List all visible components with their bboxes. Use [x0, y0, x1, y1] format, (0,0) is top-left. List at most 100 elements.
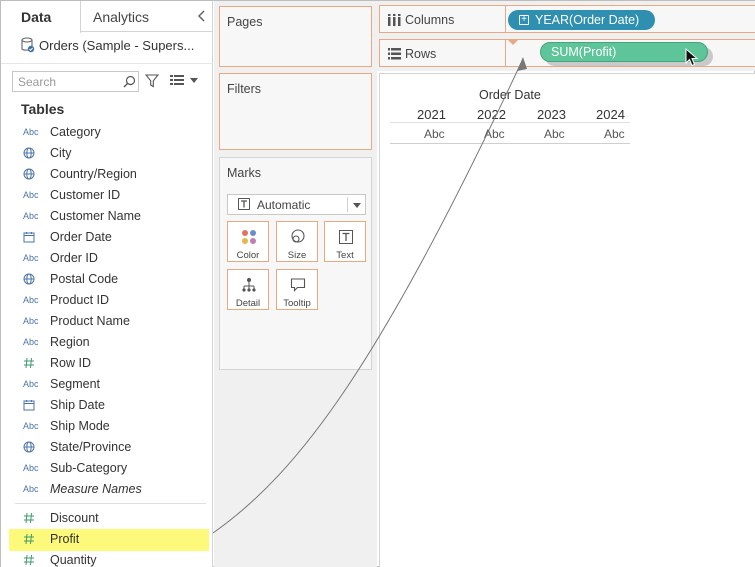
tables-heading: Tables [21, 101, 65, 117]
year-header[interactable]: 2022 [477, 107, 506, 122]
collapse-pane-icon[interactable] [196, 9, 208, 23]
field-order-id[interactable]: Abc Order ID [1, 248, 213, 269]
field-label: Row ID [50, 356, 91, 370]
mark-type-label: Automatic [257, 198, 311, 212]
chevron-down-icon [353, 203, 361, 208]
year-order-date-pill[interactable]: + YEAR(Order Date) [508, 10, 655, 30]
field-label: Product ID [50, 293, 110, 307]
table-cell[interactable]: Abc [484, 127, 505, 141]
size-label: Size [287, 250, 307, 261]
field-label: Quantity [50, 553, 97, 567]
datasource-name: Orders (Sample - Supers... [39, 38, 195, 53]
table-cell[interactable]: Abc [544, 127, 565, 141]
divider [15, 503, 206, 504]
calendar-icon [23, 399, 45, 412]
field-label: Profit [50, 532, 80, 546]
columns-icon [388, 14, 401, 26]
columns-shelf[interactable]: Columns + YEAR(Order Date) [379, 5, 755, 33]
number-icon [23, 512, 45, 525]
rows-shelf[interactable]: Rows SUM(Profit) [379, 39, 755, 67]
number-icon [23, 533, 45, 546]
text-icon [338, 229, 354, 245]
string-icon: Abc [23, 253, 39, 263]
year-header[interactable]: 2024 [596, 107, 625, 122]
column-header-title: Order Date [479, 88, 541, 102]
window-frame: Data Analytics Orders (Sample - Supers..… [0, 0, 755, 567]
tooltip-button[interactable]: Tooltip [276, 269, 318, 310]
field-label: Order Date [50, 230, 112, 244]
search-box [12, 71, 139, 92]
year-header[interactable]: 2021 [417, 107, 446, 122]
string-icon: Abc [23, 295, 39, 305]
table-cell[interactable]: Abc [604, 127, 625, 141]
datasource[interactable]: Orders (Sample - Supers... [21, 37, 194, 55]
string-icon: Abc [23, 211, 39, 221]
field-product-id[interactable]: Abc Product ID [1, 290, 213, 311]
table-cell[interactable]: Abc [424, 127, 445, 141]
field-segment[interactable]: Abc Segment [1, 374, 213, 395]
field-quantity[interactable]: Quantity [1, 550, 213, 567]
search-icon[interactable] [123, 75, 136, 88]
color-button[interactable]: Color [227, 221, 269, 262]
data-pane: Data Analytics Orders (Sample - Supers..… [1, 1, 213, 567]
tooltip-label: Tooltip [283, 298, 311, 309]
chevron-down-icon[interactable] [190, 78, 198, 83]
search-input[interactable] [13, 72, 118, 91]
field-sub-category[interactable]: Abc Sub-Category [1, 458, 213, 479]
rows-icon [388, 48, 401, 60]
string-icon: Abc [23, 337, 39, 347]
field-order-date[interactable]: Order Date [1, 227, 213, 248]
list-view-icon[interactable] [170, 75, 184, 87]
field-measure-names[interactable]: Abc Measure Names [1, 479, 213, 500]
text-button[interactable]: Text [324, 221, 366, 262]
field-country-region[interactable]: Country/Region [1, 164, 213, 185]
size-button[interactable]: Size [276, 221, 318, 262]
divider [390, 122, 630, 123]
field-discount[interactable]: Discount [1, 508, 213, 529]
field-label: City [50, 146, 72, 160]
columns-label: Columns [405, 13, 455, 27]
field-ship-date[interactable]: Ship Date [1, 395, 213, 416]
field-customer-id[interactable]: Abc Customer ID [1, 185, 213, 206]
field-label: Discount [50, 511, 99, 525]
divider [505, 40, 506, 66]
tab-data[interactable]: Data [1, 1, 81, 33]
view-canvas[interactable]: Order Date 2021 2022 2023 2024 Abc Abc A… [379, 73, 755, 567]
field-label: Measure Names [50, 482, 142, 496]
mark-type-dropdown[interactable]: Automatic [227, 194, 366, 215]
number-icon [23, 554, 45, 567]
pill-label: YEAR(Order Date) [535, 13, 640, 27]
field-category[interactable]: Abc Category [1, 122, 213, 143]
text-mark-icon [238, 198, 250, 210]
color-icon [241, 229, 257, 245]
detail-label: Detail [235, 298, 261, 309]
field-ship-mode[interactable]: Abc Ship Mode [1, 416, 213, 437]
field-row-id[interactable]: Row ID [1, 353, 213, 374]
field-label: Ship Mode [50, 419, 110, 433]
field-customer-name[interactable]: Abc Customer Name [1, 206, 213, 227]
field-label: Region [50, 335, 90, 349]
field-label: Segment [50, 377, 101, 391]
field-city[interactable]: City [1, 143, 213, 164]
string-icon: Abc [23, 484, 39, 494]
field-state-province[interactable]: State/Province [1, 437, 213, 458]
filters-card[interactable]: Filters [219, 73, 372, 150]
field-profit[interactable]: Profit [9, 529, 209, 551]
filter-icon[interactable] [144, 74, 160, 88]
expand-plus-icon[interactable]: + [519, 15, 529, 25]
pages-card[interactable]: Pages [219, 6, 372, 67]
detail-button[interactable]: Detail [227, 269, 269, 310]
globe-icon [23, 147, 45, 160]
year-header[interactable]: 2023 [537, 107, 566, 122]
tab-analytics[interactable]: Analytics [93, 1, 149, 32]
marks-card: Marks Automatic Color Size Text Detail T… [219, 157, 372, 370]
divider [505, 6, 506, 32]
string-icon: Abc [23, 190, 39, 200]
field-product-name[interactable]: Abc Product Name [1, 311, 213, 332]
field-label: Customer Name [50, 209, 141, 223]
rows-label: Rows [405, 47, 437, 61]
filters-title: Filters [227, 82, 262, 96]
field-postal-code[interactable]: Postal Code [1, 269, 213, 290]
sum-profit-pill[interactable]: SUM(Profit) [540, 42, 708, 62]
field-region[interactable]: Abc Region [1, 332, 213, 353]
